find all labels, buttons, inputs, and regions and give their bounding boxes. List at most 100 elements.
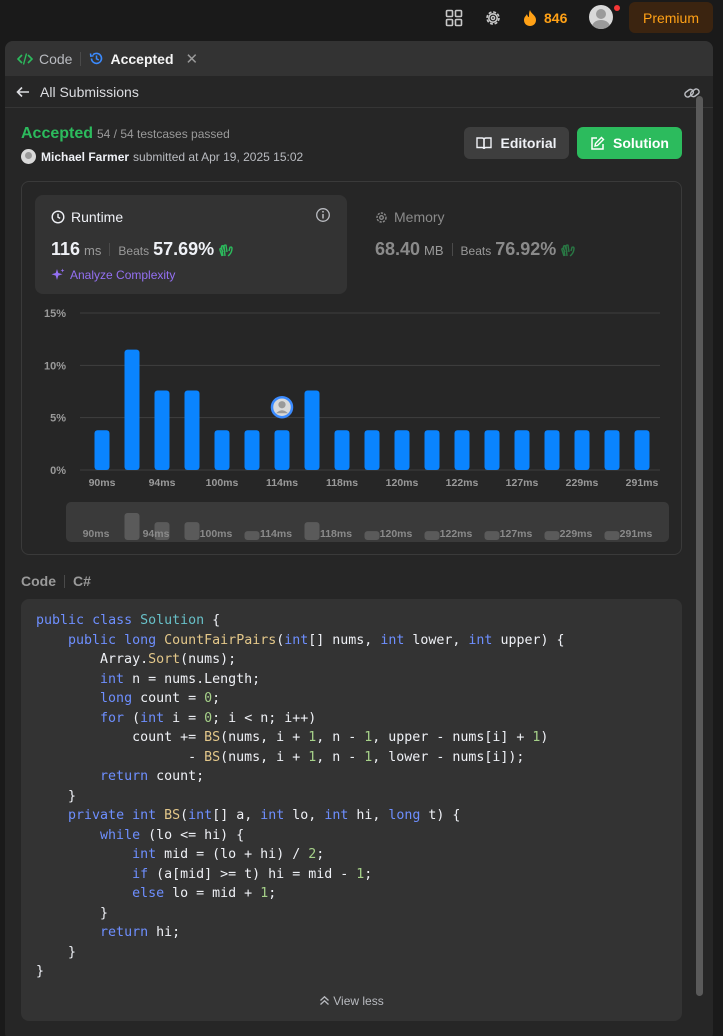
overview-tick-label: 114ms (260, 528, 292, 540)
layout-grid-icon[interactable] (444, 8, 464, 28)
all-submissions-link[interactable]: All Submissions (40, 84, 139, 100)
runtime-unit: ms (84, 243, 102, 258)
x-tick-label: 114ms (266, 477, 298, 489)
scrollbar-thumb[interactable] (696, 96, 703, 996)
chart-bar (574, 430, 590, 470)
overview-tick-label: 127ms (500, 528, 533, 540)
username[interactable]: Michael Farmer (41, 150, 129, 164)
editorial-label: Editorial (500, 135, 557, 151)
runtime-panel[interactable]: Runtime 116 ms Beats 57.69% Analyze Comp… (35, 195, 347, 294)
chart-bar (334, 430, 350, 470)
tab-divider (80, 51, 82, 66)
overview-bar (244, 531, 260, 540)
memory-beats-value: 76.92% (495, 239, 557, 259)
tab-accepted-label: Accepted (110, 50, 174, 67)
user-marker-head (278, 401, 286, 409)
code-language: C# (73, 573, 91, 589)
runtime-header: Runtime (51, 209, 123, 225)
arrow-left-icon[interactable] (15, 84, 31, 100)
top-nav: 846 Premium (0, 0, 723, 36)
user-avatar-small (21, 149, 36, 164)
runtime-values: 116 ms Beats 57.69% (51, 239, 234, 260)
chart-bar (454, 430, 470, 470)
solution-label: Solution (613, 135, 669, 151)
code-header: Code C# (21, 573, 91, 589)
overview-tick-label: 120ms (380, 528, 413, 540)
code-icon (17, 52, 33, 65)
chart-bar (184, 390, 200, 470)
clap-icon (219, 243, 233, 257)
view-less-button[interactable]: View less (21, 994, 682, 1008)
user-avatar[interactable] (589, 5, 613, 29)
notification-dot (614, 5, 620, 11)
overview-bar (424, 531, 440, 540)
overview-bar (184, 522, 200, 540)
y-tick-label: 15% (44, 308, 66, 320)
history-icon (90, 52, 103, 65)
x-tick-label: 229ms (566, 477, 599, 489)
info-icon[interactable] (315, 207, 331, 223)
tab-code[interactable]: Code (5, 41, 72, 76)
chevrons-up-icon (320, 995, 330, 1005)
chart-bar (274, 430, 290, 470)
y-tick-label: 0% (50, 465, 66, 477)
overview-tick-label: 229ms (560, 528, 593, 540)
clock-icon (51, 210, 65, 224)
view-less-label: View less (333, 994, 384, 1008)
gear-icon[interactable] (483, 8, 503, 28)
chart-bar (544, 430, 560, 470)
overview-bar (544, 531, 560, 540)
analyze-complexity-link[interactable]: Analyze Complexity (51, 268, 175, 282)
y-tick-label: 5% (50, 413, 66, 425)
y-tick-label: 10% (44, 360, 66, 372)
code-block[interactable]: public class Solution { public long Coun… (21, 599, 682, 1021)
runtime-distribution-chart[interactable]: 0% 5% 10% 15% 90ms 94ms 100ms 114ms 118ms 120ms 12… (22, 297, 682, 552)
runtime-value: 116 (51, 239, 81, 259)
solution-button[interactable]: Solution (577, 127, 682, 159)
overview-tick-label: 118ms (320, 528, 352, 540)
edit-icon (591, 136, 605, 150)
chart-bar (394, 430, 410, 470)
tab-bar: Code Accepted ✕ (5, 41, 713, 76)
x-tick-label: 291ms (626, 477, 659, 489)
overview-bar (484, 531, 500, 540)
chip-icon (376, 211, 387, 223)
submitted-time: submitted at Apr 19, 2025 15:02 (133, 149, 304, 164)
streak-counter[interactable]: 846 (522, 7, 567, 29)
chart-bar (154, 390, 170, 470)
code-label: Code (21, 573, 56, 589)
premium-button[interactable]: Premium (629, 2, 713, 33)
memory-header: Memory (375, 209, 445, 225)
code-header-divider (64, 574, 65, 588)
submission-status: Accepted (21, 125, 94, 142)
overview-tick-label: 122ms (440, 528, 473, 540)
chart-bar (424, 430, 440, 470)
overview-bar (124, 512, 140, 540)
runtime-beats-label: Beats (118, 244, 150, 258)
overview-tick-label: 90ms (83, 528, 110, 540)
runtime-beats-value: 57.69% (153, 239, 215, 259)
x-tick-label: 90ms (89, 477, 116, 489)
x-tick-label: 127ms (506, 477, 539, 489)
memory-unit: MB (424, 243, 444, 258)
submission-meta: Michael Farmer submitted at Apr 19, 2025… (21, 149, 303, 164)
chart-bar (214, 430, 230, 470)
close-tab-icon[interactable]: ✕ (186, 50, 199, 68)
tab-accepted[interactable]: Accepted ✕ (89, 41, 198, 76)
testcases-passed: 54 / 54 testcases passed (97, 127, 230, 141)
memory-value: 68.40 (375, 239, 421, 259)
clap-icon (561, 243, 575, 257)
tab-code-label: Code (39, 50, 73, 67)
performance-card: Runtime 116 ms Beats 57.69% Analyze Comp… (21, 181, 682, 555)
x-tick-label: 120ms (386, 477, 419, 489)
analyze-complexity-label: Analyze Complexity (70, 268, 176, 282)
chart-bar (604, 430, 620, 470)
chart-bar (484, 430, 500, 470)
runtime-label: Runtime (71, 209, 124, 225)
x-tick-label: 122ms (446, 477, 479, 489)
x-tick-label: 118ms (326, 477, 358, 489)
editorial-button[interactable]: Editorial (464, 127, 569, 159)
overview-tick-label: 291ms (620, 528, 653, 540)
memory-label: Memory (394, 209, 445, 225)
memory-panel[interactable]: Memory 68.40 MB Beats 76.92% (359, 195, 671, 294)
